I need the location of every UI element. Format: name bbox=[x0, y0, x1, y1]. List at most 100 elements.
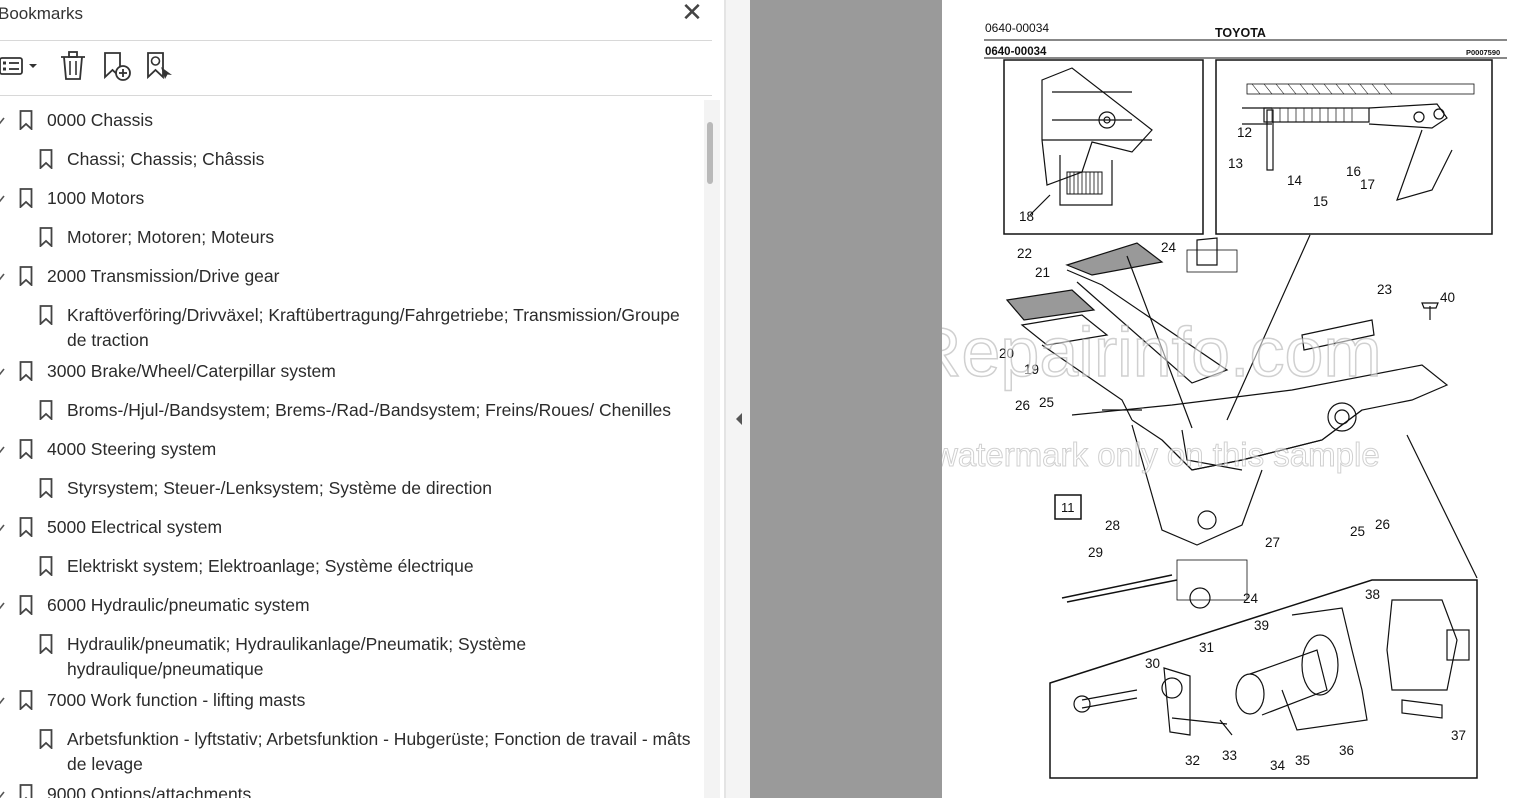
callout: 29 bbox=[1088, 545, 1103, 560]
callout: 22 bbox=[1017, 246, 1032, 261]
bookmark-icon bbox=[19, 110, 33, 130]
callout: 33 bbox=[1222, 748, 1237, 763]
bookmark-icon bbox=[39, 478, 53, 498]
brand-label: TOYOTA bbox=[1215, 26, 1266, 40]
callout: 32 bbox=[1185, 753, 1200, 768]
options-button[interactable] bbox=[0, 49, 42, 83]
bookmark-label: Styrsystem; Steuer-/Lenksystem; Système … bbox=[67, 478, 493, 498]
bookmark-icon bbox=[39, 729, 53, 749]
bookmark-icon bbox=[19, 188, 33, 208]
doc-code: 0640-00034 bbox=[985, 46, 1047, 58]
callout: 35 bbox=[1295, 753, 1310, 768]
delete-icon bbox=[61, 51, 85, 80]
find-bookmark-button[interactable] bbox=[143, 49, 177, 83]
panel-header: Bookmarks ✕ bbox=[0, 0, 712, 41]
bookmark-icon bbox=[19, 439, 33, 459]
callout: 12 bbox=[1237, 125, 1252, 140]
bookmark-icon bbox=[19, 690, 33, 710]
bookmark-label: 9000 Options/attachments bbox=[47, 784, 252, 798]
callout: 13 bbox=[1228, 156, 1243, 171]
bookmark-label: Chassi; Chassis; Châssis bbox=[67, 149, 265, 169]
bookmark-icon bbox=[19, 266, 33, 286]
chevron-expanded-icon[interactable] bbox=[0, 186, 8, 210]
callout: 28 bbox=[1105, 518, 1120, 533]
callout: 31 bbox=[1199, 640, 1214, 655]
chevron-expanded-icon[interactable] bbox=[0, 515, 8, 539]
bookmark-icon bbox=[39, 305, 53, 325]
callout: 15 bbox=[1313, 194, 1328, 209]
bookmark-icon bbox=[19, 595, 33, 615]
bookmark-icon bbox=[39, 149, 53, 169]
callout: 24 bbox=[1161, 240, 1177, 255]
watermark-main: eRepairinfo.com bbox=[942, 313, 1382, 391]
callout: 25 bbox=[1039, 395, 1054, 410]
bookmark-label: Elektriskt system; Elektroanlage; Systèm… bbox=[67, 556, 474, 576]
detail-box-left bbox=[1003, 59, 1204, 235]
callout: 36 bbox=[1339, 743, 1354, 758]
doc-code-top: 0640-00034 bbox=[985, 21, 1049, 35]
bookmark-label: Broms-/Hjul-/Bandsystem; Brems-/Rad-/Ban… bbox=[67, 400, 671, 420]
bookmark-label: Hydraulik/pneumatik; Hydraulikanlage/Pne… bbox=[67, 634, 527, 679]
bookmark-label: 7000 Work function - lifting masts bbox=[47, 690, 306, 710]
new-bookmark-button[interactable] bbox=[100, 49, 134, 83]
bookmark-label: Kraftöverföring/Drivväxel; Kraftübertrag… bbox=[67, 305, 680, 350]
callout: 34 bbox=[1270, 758, 1286, 773]
bookmark-icon bbox=[39, 400, 53, 420]
parts-diagram: 0640-00034 TOYOTA 0640-00034 P0007590 11… bbox=[871, 21, 1507, 779]
detail-box-lower bbox=[1049, 579, 1478, 779]
callout: 16 bbox=[1346, 164, 1361, 179]
scrollbar-thumb[interactable] bbox=[707, 122, 713, 184]
callout: 18 bbox=[1019, 209, 1034, 224]
bookmark-label: 4000 Steering system bbox=[47, 439, 217, 459]
bookmark-label: 2000 Transmission/Drive gear bbox=[47, 266, 280, 286]
chevron-expanded-icon[interactable] bbox=[0, 782, 8, 798]
chevron-expanded-icon[interactable] bbox=[0, 688, 8, 712]
callout: 39 bbox=[1254, 618, 1269, 633]
bookmarks-panel: Bookmarks ✕ 0000 Chassis Chassi; Chassis… bbox=[0, 0, 725, 798]
bookmark-label: 1000 Motors bbox=[47, 188, 145, 208]
callout: 23 bbox=[1377, 282, 1392, 297]
callout: 27 bbox=[1265, 535, 1280, 550]
bookmark-icon bbox=[19, 517, 33, 537]
bookmark-label: 5000 Electrical system bbox=[47, 517, 223, 537]
ref-code: P0007590 bbox=[1466, 48, 1500, 57]
close-panel-button[interactable]: ✕ bbox=[680, 0, 704, 26]
bookmark-label: Motorer; Motoren; Moteurs bbox=[67, 227, 275, 247]
callout: 25 bbox=[1350, 524, 1365, 539]
bookmarks-toolbar bbox=[0, 41, 712, 96]
callout: 38 bbox=[1365, 587, 1380, 602]
callout: 30 bbox=[1145, 656, 1160, 671]
figure-number: 11 bbox=[1061, 500, 1075, 515]
detail-box-right bbox=[1215, 59, 1493, 235]
chevron-expanded-icon[interactable] bbox=[0, 437, 8, 461]
panel-title: Bookmarks bbox=[0, 4, 84, 23]
delete-bookmark-button[interactable] bbox=[58, 49, 90, 83]
callout: 40 bbox=[1440, 290, 1455, 305]
collapse-panel-icon[interactable] bbox=[733, 410, 745, 428]
bookmark-label: 0000 Chassis bbox=[47, 110, 154, 130]
bookmark-label: Arbetsfunktion - lyftstativ; Arbetsfunkt… bbox=[67, 729, 691, 774]
new-bookmark-icon bbox=[104, 52, 131, 81]
options-icon bbox=[0, 57, 37, 75]
chevron-expanded-icon[interactable] bbox=[0, 593, 8, 617]
bookmark-icon bbox=[39, 634, 53, 654]
callout: 26 bbox=[1375, 517, 1390, 532]
document-page: 0640-00034 TOYOTA 0640-00034 P0007590 11… bbox=[871, 0, 1529, 798]
chevron-expanded-icon[interactable] bbox=[0, 264, 8, 288]
callout: 24 bbox=[1243, 591, 1259, 606]
callout: 37 bbox=[1451, 728, 1466, 743]
callout: 21 bbox=[1035, 265, 1050, 280]
collapse-strip bbox=[726, 0, 750, 798]
callout: 26 bbox=[1015, 398, 1030, 413]
bookmark-tree: 0000 Chassis Chassi; Chassis; Châssis 10… bbox=[0, 100, 704, 798]
bookmark-label: 3000 Brake/Wheel/Caterpillar system bbox=[47, 361, 336, 381]
bookmark-icon bbox=[39, 227, 53, 247]
callout: 14 bbox=[1287, 173, 1303, 188]
watermark-sub: watermark only on this sample bbox=[942, 436, 1380, 473]
bookmark-scrollbar[interactable] bbox=[704, 100, 720, 798]
chevron-expanded-icon[interactable] bbox=[0, 108, 8, 132]
bookmark-icon bbox=[19, 361, 33, 381]
chevron-expanded-icon[interactable] bbox=[0, 359, 8, 383]
find-bookmark-icon bbox=[147, 52, 172, 80]
bookmark-icon bbox=[19, 784, 33, 798]
